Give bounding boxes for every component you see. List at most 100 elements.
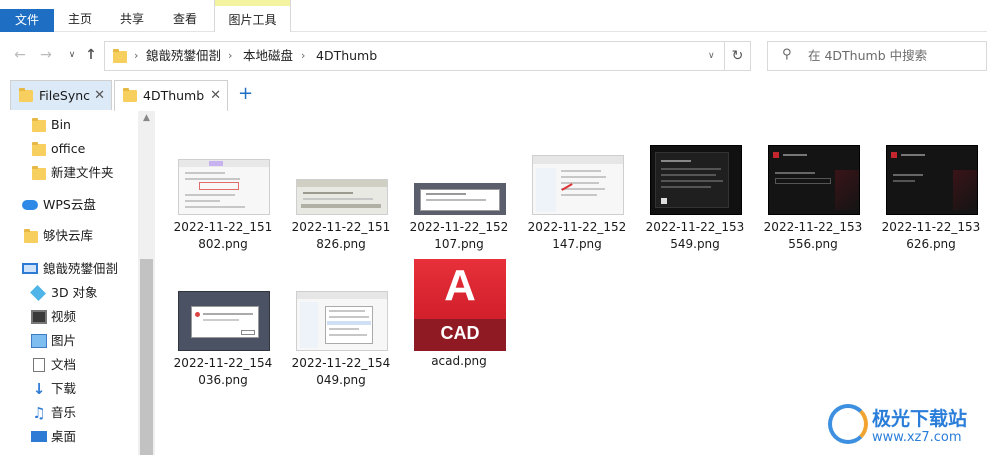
file-item[interactable]: A CAD acad.png <box>404 257 514 385</box>
sidebar-item-3d-objects[interactable]: 3D 对象 <box>0 281 138 305</box>
forward-button[interactable]: → <box>36 45 56 65</box>
file-item[interactable]: 2022-11-22_154 049.png <box>286 285 396 413</box>
file-name-line1: 2022-11-22_151 <box>173 220 273 234</box>
arrow-left-icon: ← <box>14 47 26 63</box>
close-icon[interactable]: ✕ <box>94 81 105 111</box>
file-name-line1: 2022-11-22_154 <box>173 356 273 370</box>
sidebar-item-label: 文档 <box>51 357 77 372</box>
file-name-line1: acad.png <box>431 354 487 368</box>
watermark-url: www.xz7.com <box>872 430 962 445</box>
file-item[interactable]: 2022-11-22_153 626.png <box>876 145 986 277</box>
sidebar-item-music[interactable]: ♫ 音乐 <box>0 401 138 425</box>
file-thumbnail <box>650 145 742 215</box>
file-name-line2: 107.png <box>434 237 484 251</box>
cube-icon <box>30 285 46 301</box>
sidebar-item-wps-cloud[interactable]: WPS云盘 <box>0 193 138 217</box>
address-bar[interactable]: › 鎴戠殑鐢佃剳 › 本地磁盘 › 4DThumb ∨ <box>104 41 751 71</box>
file-name-line2: 626.png <box>906 237 956 251</box>
file-item[interactable]: 2022-11-22_153 556.png <box>758 145 868 277</box>
close-icon[interactable]: ✕ <box>210 81 221 111</box>
scroll-up-arrow-icon[interactable]: ▲ <box>138 113 155 123</box>
file-name-line2: 802.png <box>198 237 248 251</box>
plus-icon: + <box>238 83 254 104</box>
autocad-letter: A <box>444 261 476 310</box>
sidebar-item-office[interactable]: office <box>0 137 138 161</box>
tab-filesync[interactable]: FileSync ✕ <box>10 80 112 110</box>
ribbon-tab-file[interactable]: 文件 <box>0 9 54 32</box>
document-icon <box>33 358 45 372</box>
computer-icon <box>22 263 38 274</box>
sidebar-item-label: 3D 对象 <box>51 285 98 300</box>
sidebar-item-label: 视频 <box>51 309 77 324</box>
ribbon: 文件 主页 共享 查看 图片工具 <box>0 0 987 32</box>
sidebar-item-downloads[interactable]: ↓ 下载 <box>0 377 138 401</box>
navigation-pane: Bin office 新建文件夹 WPS云盘 够快云库 鎴戠殑鐢佃剳 3D 对象… <box>0 111 155 455</box>
file-name-line2: 147.png <box>552 237 602 251</box>
sidebar-item-label: 新建文件夹 <box>51 165 114 180</box>
autocad-text: CAD <box>440 323 480 343</box>
ribbon-tab-share[interactable]: 共享 <box>110 7 154 32</box>
sidebar-item-gokuai[interactable]: 够快云库 <box>0 224 138 248</box>
breadcrumb-item[interactable]: 本地磁盘 <box>243 42 293 70</box>
sidebar-item-bin[interactable]: Bin <box>0 113 138 137</box>
sidebar-item-videos[interactable]: 视频 <box>0 305 138 329</box>
sidebar-scrollbar-thumb[interactable] <box>140 259 153 455</box>
file-item[interactable]: 2022-11-22_151 802.png <box>168 149 278 277</box>
file-thumbnail <box>178 159 270 215</box>
file-thumbnail <box>768 145 860 215</box>
sidebar-item-label: 下载 <box>51 381 77 396</box>
ribbon-tab-view[interactable]: 查看 <box>163 7 207 32</box>
tab-label: FileSync <box>39 88 91 103</box>
breadcrumb-item[interactable]: 4DThumb <box>316 42 377 70</box>
file-thumbnail <box>178 291 270 351</box>
sidebar-item-new-folder[interactable]: 新建文件夹 <box>0 161 138 185</box>
file-name-line1: 2022-11-22_152 <box>409 220 509 234</box>
desktop-icon <box>31 431 47 442</box>
file-name-line2: 556.png <box>788 237 838 251</box>
file-name-line2: 049.png <box>316 373 366 387</box>
recent-locations-button[interactable]: ∨ <box>62 45 82 65</box>
up-button[interactable]: ↑ <box>81 45 101 65</box>
ribbon-tab-picture-tools[interactable]: 图片工具 <box>214 0 291 32</box>
file-item[interactable]: 2022-11-22_151 826.png <box>286 149 396 277</box>
tab-4dthumb[interactable]: 4DThumb ✕ <box>114 80 228 111</box>
file-item[interactable]: 2022-11-22_154 036.png <box>168 285 278 413</box>
breadcrumb-separator: › <box>301 49 306 62</box>
search-placeholder: 在 4DThumb 中搜索 <box>808 48 928 63</box>
breadcrumb-separator: › <box>134 49 139 62</box>
arrow-right-icon: → <box>40 47 52 63</box>
sidebar-item-pictures[interactable]: 图片 <box>0 329 138 353</box>
file-name-line1: 2022-11-22_151 <box>291 220 391 234</box>
back-button[interactable]: ← <box>10 45 30 65</box>
folder-icon <box>32 118 46 132</box>
search-box[interactable]: ⚲ 在 4DThumb 中搜索 <box>767 41 987 71</box>
chevron-down-icon[interactable]: ∨ <box>708 42 715 70</box>
sidebar-item-label: Bin <box>51 117 71 132</box>
file-name-line2: 549.png <box>670 237 720 251</box>
breadcrumb-separator: › <box>228 49 233 62</box>
file-thumbnail <box>886 145 978 215</box>
arrow-up-icon: ↑ <box>85 47 97 63</box>
breadcrumb-item[interactable]: 鎴戠殑鐢佃剳 <box>146 42 221 70</box>
download-icon: ↓ <box>32 380 46 398</box>
file-item[interactable]: 2022-11-22_153 549.png <box>640 145 750 277</box>
cloud-icon <box>22 200 38 210</box>
file-name-line1: 2022-11-22_152 <box>527 220 627 234</box>
new-tab-button[interactable]: + <box>238 81 253 107</box>
folder-icon <box>123 88 137 102</box>
file-name-line2: 826.png <box>316 237 366 251</box>
sidebar-item-label: 鎴戠殑鐢佃剳 <box>43 261 119 276</box>
file-thumbnail <box>296 179 388 215</box>
ribbon-tab-home[interactable]: 主页 <box>58 7 102 32</box>
file-name-line1: 2022-11-22_154 <box>291 356 391 370</box>
refresh-button[interactable]: ↻ <box>724 42 750 70</box>
watermark: 极光下载站 www.xz7.com <box>828 398 987 455</box>
file-name-line2: 036.png <box>198 373 248 387</box>
music-icon: ♫ <box>32 404 46 422</box>
sidebar-item-desktop[interactable]: 桌面 <box>0 425 138 449</box>
file-item[interactable]: 2022-11-22_152 147.png <box>522 149 632 277</box>
watermark-title: 极光下载站 <box>872 408 968 430</box>
address-toolbar: ← → ∨ ↑ › 鎴戠殑鐢佃剳 › 本地磁盘 › 4DThumb ∨ ↻ ⚲ … <box>0 33 987 77</box>
sidebar-item-documents[interactable]: 文档 <box>0 353 138 377</box>
sidebar-item-this-pc[interactable]: 鎴戠殑鐢佃剳 <box>0 257 138 281</box>
